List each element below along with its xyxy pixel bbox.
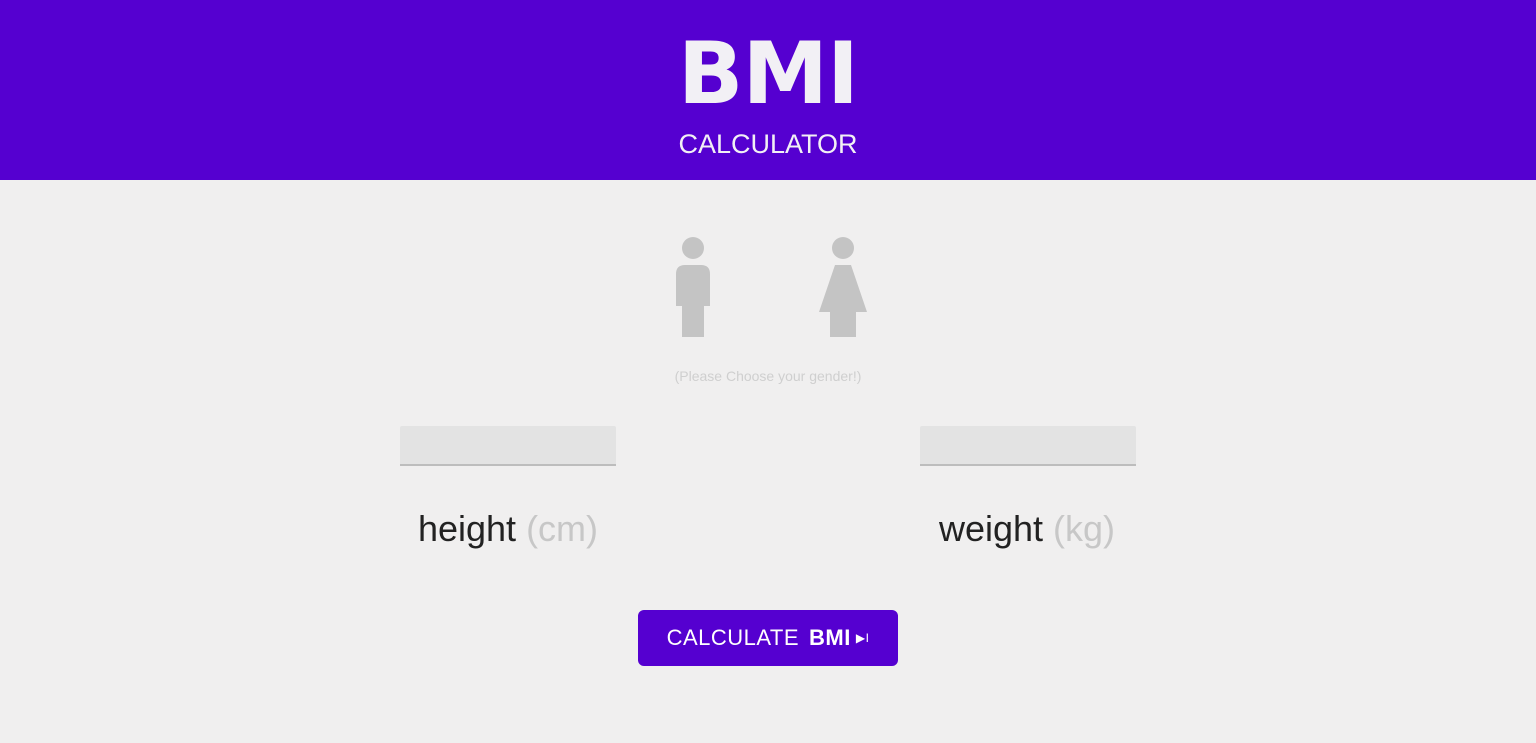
- height-input[interactable]: [400, 426, 616, 466]
- weight-unit: (kg): [1053, 508, 1116, 549]
- weight-input[interactable]: [920, 426, 1136, 466]
- gender-hint: (Please Choose your gender!): [674, 368, 862, 384]
- app-subtitle: CALCULATOR: [678, 129, 858, 159]
- calculate-bmi-button[interactable]: CALCULATE BMI ▶I: [638, 610, 898, 666]
- male-icon[interactable]: [666, 236, 722, 340]
- app-header: BMI CALCULATOR: [0, 0, 1536, 180]
- play-next-icon: ▶I: [855, 631, 870, 645]
- bmi-label: BMI: [809, 625, 851, 650]
- calculate-label: CALCULATE: [666, 625, 800, 650]
- weight-label: weight (kg): [877, 506, 1177, 552]
- female-icon[interactable]: [815, 236, 871, 340]
- weight-label-text: weight: [938, 508, 1044, 549]
- height-label-text: height: [417, 508, 517, 549]
- height-label: height (cm): [358, 506, 658, 552]
- height-unit: (cm): [526, 508, 599, 549]
- app-title: BMI: [677, 24, 859, 124]
